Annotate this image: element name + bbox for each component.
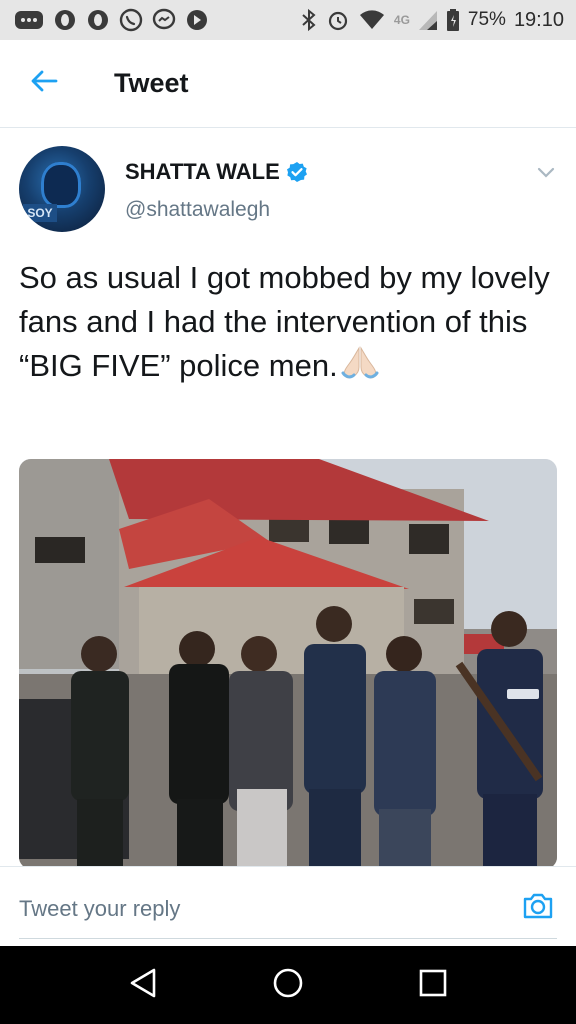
status-notifications xyxy=(14,8,209,32)
reply-input[interactable]: Tweet your reply xyxy=(19,889,499,929)
camera-button[interactable] xyxy=(521,889,555,923)
battery-icon xyxy=(446,8,460,32)
network-type: 4G xyxy=(393,13,410,27)
system-nav-bar xyxy=(0,946,576,1024)
bluetooth-icon xyxy=(300,8,318,32)
tweet-options-button[interactable] xyxy=(536,162,556,182)
nav-recents-button[interactable] xyxy=(403,955,463,1015)
messenger-icon xyxy=(152,8,176,32)
battery-percent: 75% xyxy=(467,9,506,30)
author-handle[interactable]: @shattawalegh xyxy=(125,198,270,222)
arrow-left-icon xyxy=(30,69,58,98)
folded-hands-icon xyxy=(340,346,380,392)
alarm-icon xyxy=(326,8,350,32)
group-photo xyxy=(19,459,557,869)
circle-home-icon xyxy=(271,966,305,1005)
avatar-tag: SOY xyxy=(23,204,57,222)
verified-badge-icon xyxy=(286,161,308,183)
app-header: Tweet xyxy=(0,40,576,128)
tweet-author: SOY SHATTA WALE @shattawalegh xyxy=(0,128,576,238)
reply-bar: Tweet your reply xyxy=(0,866,576,946)
triangle-back-icon xyxy=(128,967,158,1004)
camera-icon xyxy=(521,893,555,927)
chevron-down-icon xyxy=(536,167,556,186)
messages-icon xyxy=(14,9,44,31)
nav-home-button[interactable] xyxy=(258,955,318,1015)
circle-notification-icon xyxy=(86,8,110,32)
back-button[interactable] xyxy=(14,54,74,114)
avatar-figure xyxy=(41,162,81,208)
status-system: 4G 75% 19:10 xyxy=(300,8,564,32)
reply-input-underline xyxy=(19,938,557,939)
tweet-text: So as usual I got mobbed by my lovely fa… xyxy=(19,260,550,383)
clock: 19:10 xyxy=(513,8,564,31)
author-display-name[interactable]: SHATTA WALE xyxy=(125,159,308,185)
nav-back-button[interactable] xyxy=(113,955,173,1015)
square-recents-icon xyxy=(418,968,448,1003)
author-name-label: SHATTA WALE xyxy=(125,159,280,184)
tweet-photo[interactable] xyxy=(19,459,557,869)
whatsapp-icon xyxy=(119,8,143,32)
wifi-icon xyxy=(358,9,386,31)
circle-notification-icon xyxy=(53,8,77,32)
browser-icon xyxy=(185,8,209,32)
status-bar: 4G 75% 19:10 xyxy=(0,0,576,40)
signal-icon xyxy=(418,9,438,31)
tweet-body: So as usual I got mobbed by my lovely fa… xyxy=(19,256,559,392)
page-title: Tweet xyxy=(114,68,189,98)
avatar[interactable]: SOY xyxy=(19,146,105,232)
